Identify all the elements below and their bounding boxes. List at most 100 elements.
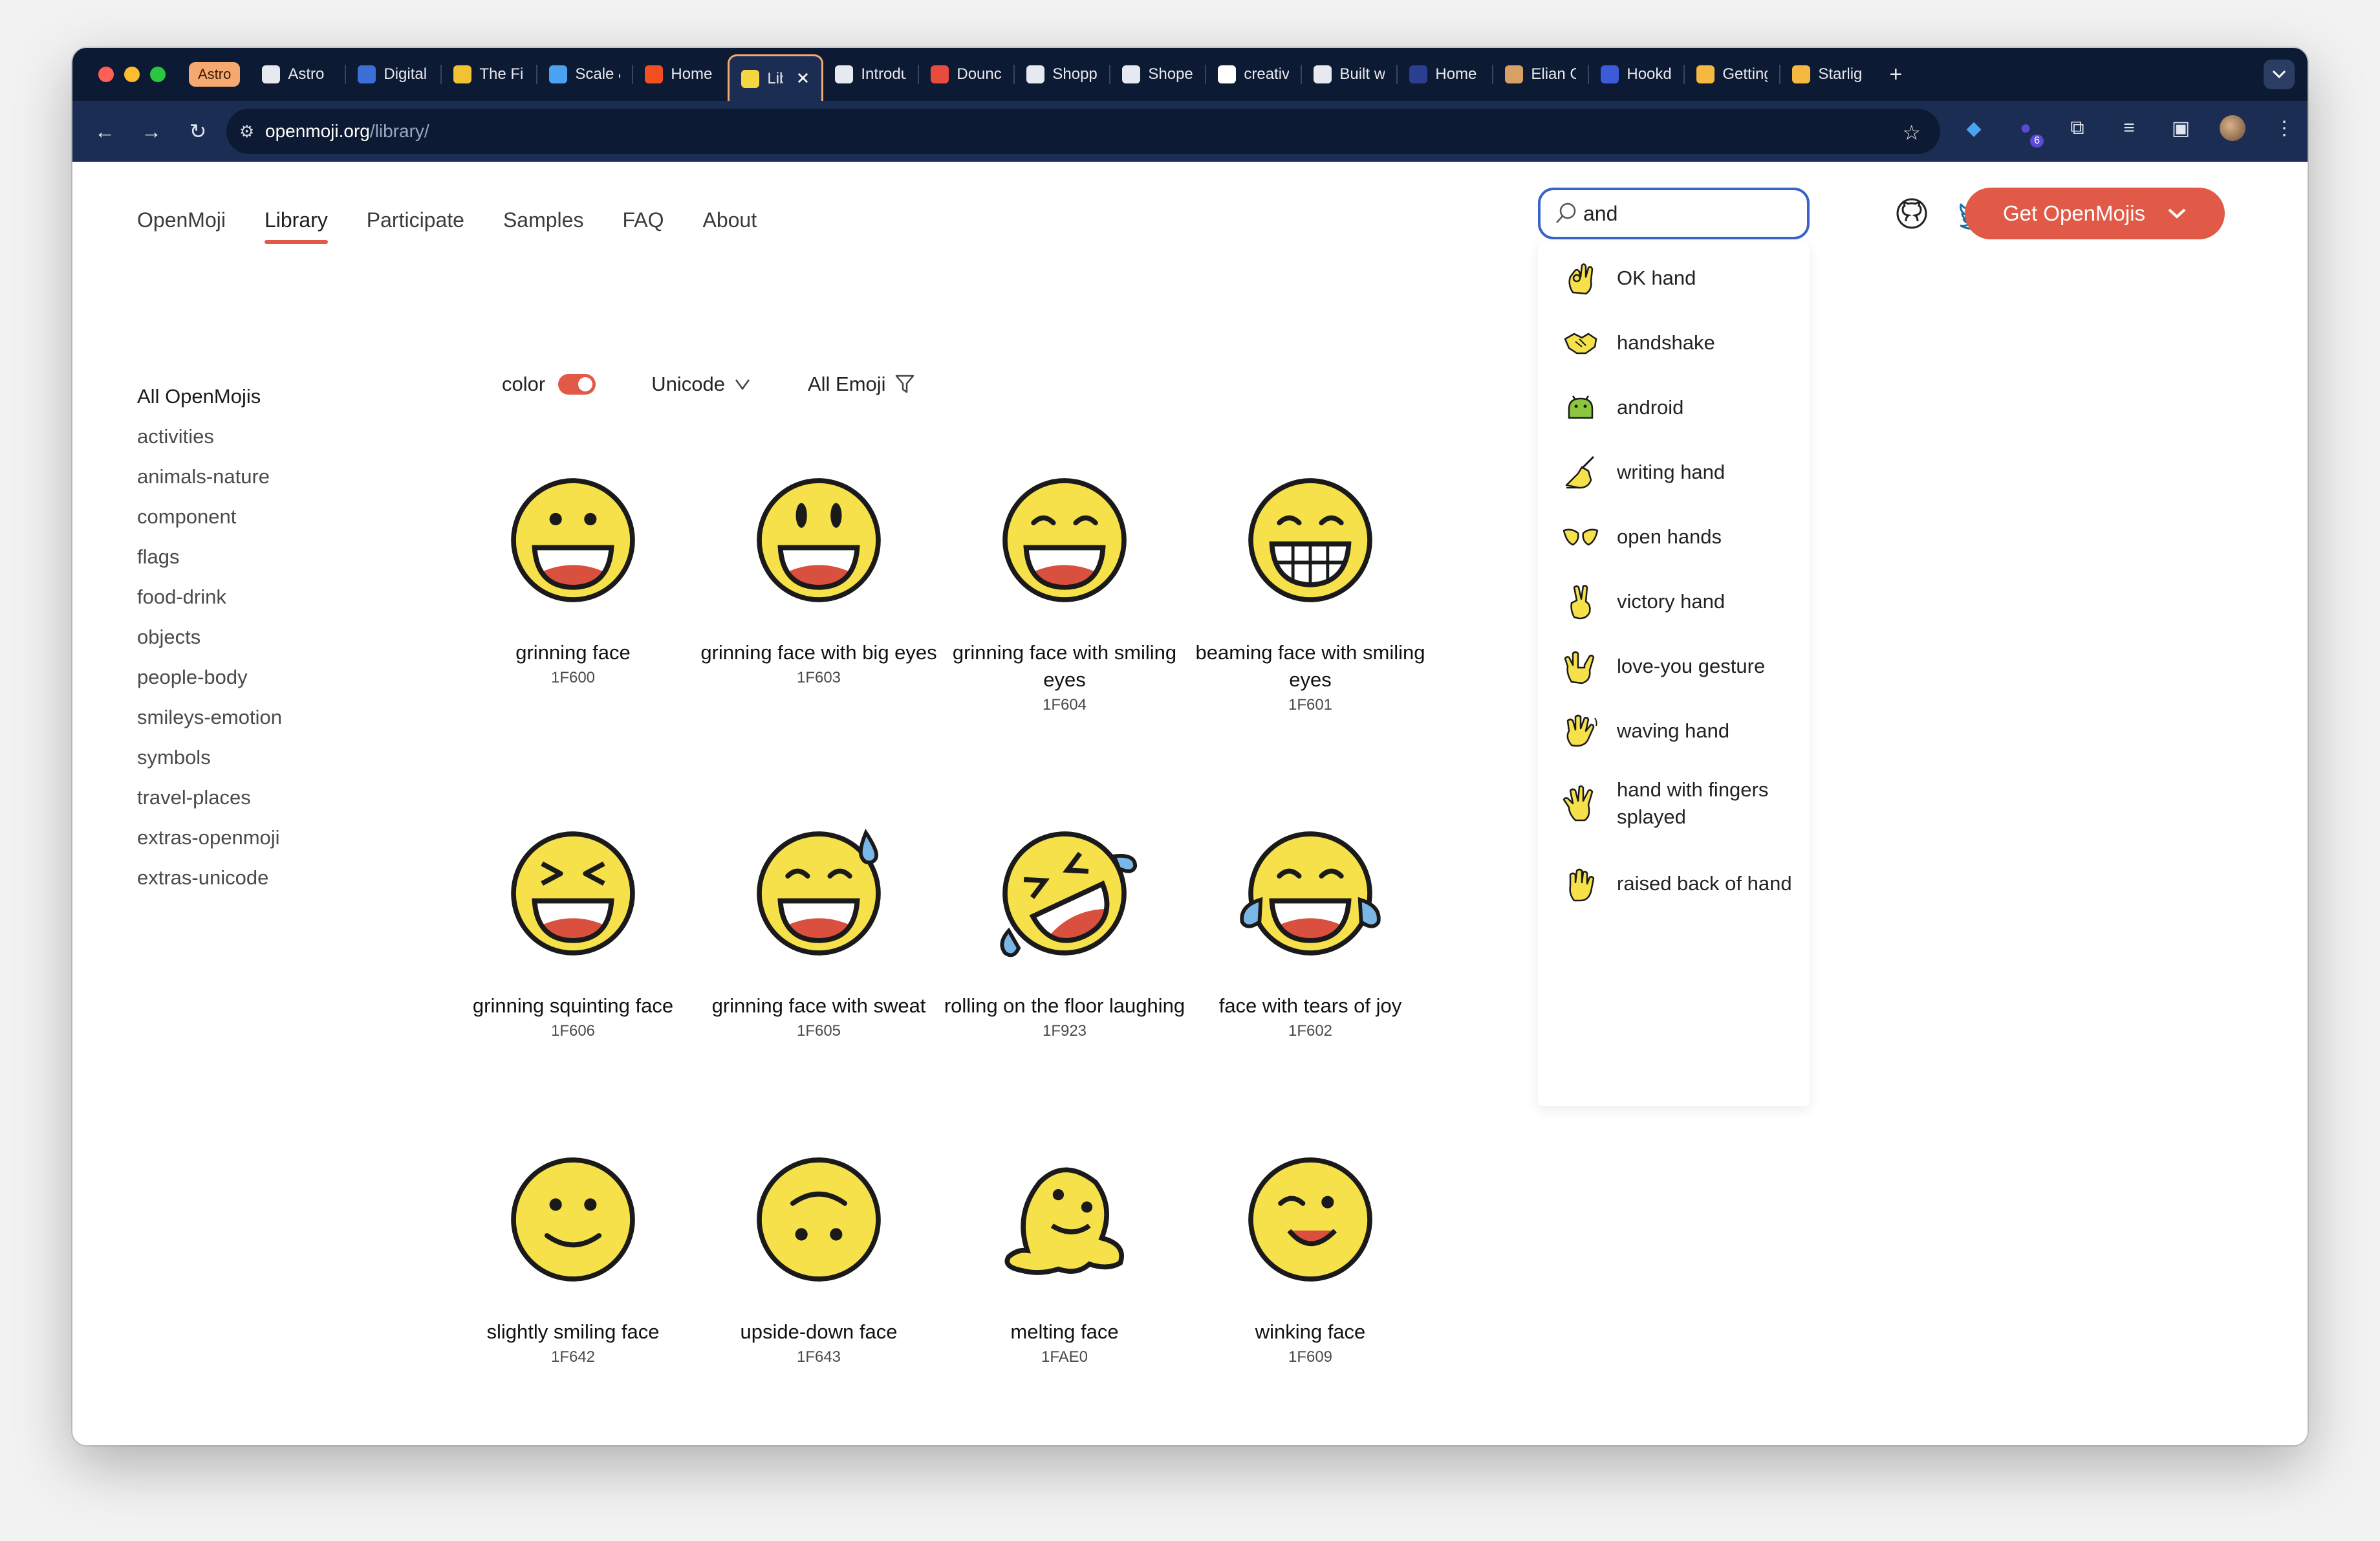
sort-select[interactable]: Unicode bbox=[651, 373, 751, 396]
tab[interactable]: Getting bbox=[1685, 48, 1779, 101]
sidebar-item-activities[interactable]: activities bbox=[137, 417, 282, 457]
sidebar-item-extras-unicode[interactable]: extras-unicode bbox=[137, 858, 282, 898]
emoji-name: beaming face with smiling eyes bbox=[1195, 641, 1425, 691]
tab-favicon-icon bbox=[358, 65, 376, 83]
nav-link-faq[interactable]: FAQ bbox=[622, 208, 664, 232]
tab[interactable]: Built w bbox=[1302, 48, 1396, 101]
sidebar-item-smileys-emotion[interactable]: smileys-emotion bbox=[137, 697, 282, 738]
emoji-card[interactable]: rolling on the floor laughing 1F923 bbox=[942, 819, 1187, 1040]
sidebar-item-all-openmojis[interactable]: All OpenMojis bbox=[137, 377, 282, 417]
tab-search-button[interactable] bbox=[2264, 60, 2295, 89]
reload-button[interactable]: ↻ bbox=[175, 119, 221, 144]
back-button[interactable]: ← bbox=[81, 120, 128, 144]
search-field[interactable] bbox=[1538, 188, 1810, 239]
suggestion-item[interactable]: android bbox=[1538, 375, 1810, 440]
tab-close-icon[interactable]: ✕ bbox=[796, 69, 810, 89]
emoji-card[interactable]: grinning face with sweat 1F605 bbox=[696, 819, 942, 1040]
browser-window: Astro Astro Digital The Fir Scale & Home Lib ✕… bbox=[72, 48, 2308, 1445]
emoji-card[interactable]: winking face 1F609 bbox=[1187, 1145, 1433, 1366]
media-controls-icon[interactable]: ≡ bbox=[2116, 115, 2142, 141]
nav-link-library[interactable]: Library bbox=[264, 208, 328, 244]
sidebar-item-component[interactable]: component bbox=[137, 497, 282, 537]
tab[interactable]: Astro bbox=[250, 48, 345, 101]
tab-title: Shoppi bbox=[1052, 65, 1098, 83]
suggestion-item[interactable]: writing hand bbox=[1538, 440, 1810, 505]
emoji-card[interactable]: melting face 1FAE0 bbox=[942, 1145, 1187, 1366]
emoji-name: upside-down face bbox=[740, 1320, 898, 1343]
tab-title: Digital bbox=[384, 65, 427, 83]
extension-with-badge-icon[interactable]: ● 6 bbox=[2013, 115, 2044, 148]
new-tab-button[interactable]: + bbox=[1875, 62, 1916, 87]
suggestion-item[interactable]: open hands bbox=[1538, 505, 1810, 569]
search-input[interactable] bbox=[1583, 201, 1790, 226]
suggestion-item[interactable]: victory hand bbox=[1538, 569, 1810, 634]
puzzle-icon[interactable]: ⧉ bbox=[2064, 115, 2090, 141]
nav-link-about[interactable]: About bbox=[702, 208, 757, 232]
profile-avatar[interactable] bbox=[2220, 115, 2245, 141]
tab[interactable]: Digital bbox=[346, 48, 440, 101]
love-you-gesture-icon bbox=[1564, 651, 1595, 684]
suggestion-label: victory hand bbox=[1617, 590, 1726, 613]
sidebar-item-symbols[interactable]: symbols bbox=[137, 738, 282, 778]
emoji-card[interactable]: upside-down face 1F643 bbox=[696, 1145, 942, 1366]
suggestion-item[interactable]: waving hand bbox=[1538, 699, 1810, 763]
tab[interactable]: creativ bbox=[1206, 48, 1301, 101]
url-text[interactable]: openmoji.org/library/ bbox=[265, 121, 429, 142]
suggestion-item[interactable]: handshake bbox=[1538, 311, 1810, 375]
category-filter[interactable]: All Emoji bbox=[808, 373, 914, 396]
sidebar-item-objects[interactable]: objects bbox=[137, 617, 282, 657]
sidebar-item-people-body[interactable]: people-body bbox=[137, 657, 282, 697]
address-bar[interactable]: ⚙ openmoji.org/library/ ☆ bbox=[226, 109, 1940, 154]
get-openmojis-button[interactable]: Get OpenMojis bbox=[1965, 188, 2225, 239]
sidebar-item-food-drink[interactable]: food-drink bbox=[137, 577, 282, 617]
maximize-window-button[interactable] bbox=[150, 67, 166, 82]
emoji-code: 1F642 bbox=[550, 1348, 596, 1366]
close-window-button[interactable] bbox=[98, 67, 114, 82]
emoji-card[interactable]: grinning face with big eyes 1F603 bbox=[696, 466, 942, 687]
side-panel-icon[interactable]: ▣ bbox=[2168, 115, 2194, 141]
site-settings-icon[interactable]: ⚙ bbox=[239, 122, 265, 142]
minimize-window-button[interactable] bbox=[124, 67, 140, 82]
suggestion-item[interactable]: hand with fingers splayed bbox=[1538, 763, 1810, 844]
sidebar-item-travel-places[interactable]: travel-places bbox=[137, 778, 282, 818]
tab[interactable]: Elian C bbox=[1493, 48, 1588, 101]
emoji-card[interactable]: slightly smiling face 1F642 bbox=[450, 1145, 696, 1366]
tab[interactable]: Hookd bbox=[1589, 48, 1683, 101]
tab[interactable]: Shope bbox=[1110, 48, 1205, 101]
handshake-icon bbox=[1564, 333, 1597, 355]
nav-link-openmoji[interactable]: OpenMoji bbox=[137, 208, 226, 232]
tab-active[interactable]: Lib ✕ bbox=[728, 54, 824, 101]
tab-favicon-icon bbox=[1026, 65, 1045, 83]
emoji-card[interactable]: beaming face with smiling eyes 1F601 bbox=[1187, 466, 1433, 714]
tab[interactable]: Starlig bbox=[1780, 48, 1875, 101]
tab[interactable]: Shoppi bbox=[1015, 48, 1109, 101]
tab[interactable]: Dounc bbox=[919, 48, 1013, 101]
suggestion-item[interactable]: OK hand bbox=[1538, 246, 1810, 311]
color-toggle[interactable] bbox=[558, 374, 596, 395]
emoji-card[interactable]: grinning face with smiling eyes 1F604 bbox=[942, 466, 1187, 714]
tab[interactable]: Home bbox=[1398, 48, 1492, 101]
sidebar-item-extras-openmoji[interactable]: extras-openmoji bbox=[137, 818, 282, 858]
github-icon[interactable] bbox=[1895, 197, 1929, 230]
nav-link-participate[interactable]: Participate bbox=[367, 208, 464, 232]
bookmark-star-icon[interactable]: ☆ bbox=[1902, 120, 1921, 145]
face-with-sweat-icon bbox=[757, 829, 881, 956]
tab[interactable]: Scale & bbox=[537, 48, 632, 101]
forward-button[interactable]: → bbox=[128, 120, 175, 144]
more-menu-icon[interactable]: ⋮ bbox=[2271, 115, 2297, 141]
suggestion-item[interactable]: love-you gesture bbox=[1538, 634, 1810, 699]
sidebar-item-flags[interactable]: flags bbox=[137, 537, 282, 577]
tab[interactable]: The Fir bbox=[442, 48, 536, 101]
emoji-card[interactable]: grinning face 1F600 bbox=[450, 466, 696, 687]
tab-favicon-icon bbox=[1409, 65, 1428, 83]
color-toggle-label: color bbox=[502, 373, 546, 395]
tab[interactable]: Introdu bbox=[823, 48, 918, 101]
tab-group-label[interactable]: Astro bbox=[189, 62, 241, 87]
gem-extension-icon[interactable]: ◆ bbox=[1961, 115, 1987, 141]
nav-link-samples[interactable]: Samples bbox=[503, 208, 584, 232]
tab[interactable]: Home bbox=[633, 48, 728, 101]
suggestion-item[interactable]: raised back of hand bbox=[1538, 844, 1810, 924]
emoji-card[interactable]: face with tears of joy 1F602 bbox=[1187, 819, 1433, 1040]
sidebar-item-animals-nature[interactable]: animals-nature bbox=[137, 457, 282, 497]
emoji-card[interactable]: grinning squinting face 1F606 bbox=[450, 819, 696, 1040]
